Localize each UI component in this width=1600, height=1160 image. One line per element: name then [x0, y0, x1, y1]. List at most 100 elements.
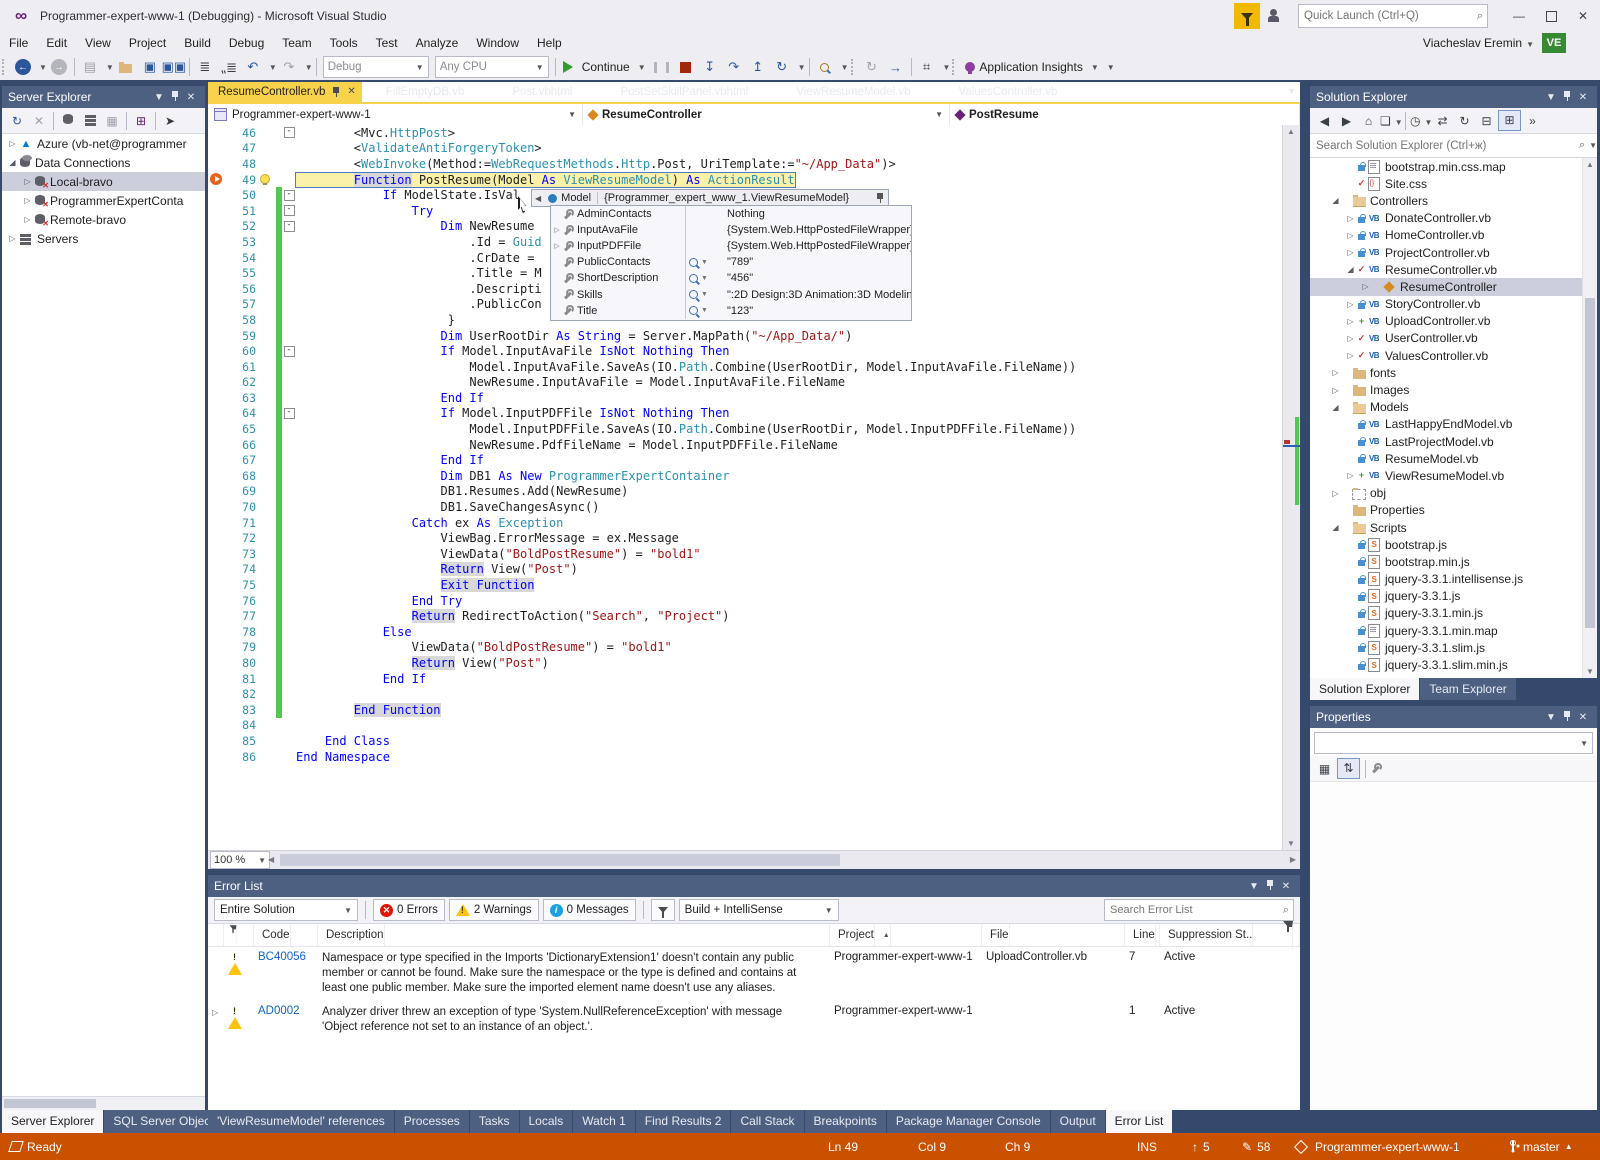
solution-explorer-tab[interactable]: Solution Explorer	[1310, 678, 1419, 700]
magnifier-icon[interactable]	[689, 306, 698, 315]
continue-button[interactable]: Continue ▼	[563, 60, 646, 74]
property-pages-icon[interactable]	[1371, 763, 1382, 774]
collapsed-arrow-icon[interactable]: ▷	[1329, 386, 1342, 395]
scroll-left-icon[interactable]: ◀	[268, 855, 274, 864]
solution-platforms-combo[interactable]: Any CPU▼	[435, 56, 549, 78]
pin-icon[interactable]	[875, 192, 885, 204]
collapsed-arrow-icon[interactable]: ▷	[6, 234, 19, 243]
menu-help[interactable]: Help	[528, 32, 571, 54]
project-column-header[interactable]: Project▲	[830, 924, 982, 946]
chevron-down-icon[interactable]: ▼	[39, 63, 47, 72]
menu-debug[interactable]: Debug	[220, 32, 273, 54]
menu-build[interactable]: Build	[175, 32, 220, 54]
solution-tree-item[interactable]: ▷VBStoryController.vb	[1310, 296, 1597, 313]
scroll-thumb[interactable]	[1585, 298, 1595, 628]
menu-file[interactable]: File	[0, 32, 37, 54]
datatip-member[interactable]: ▷InputAvaFile{System.Web.HttpPostedFileW…	[551, 222, 911, 238]
chevron-down-icon[interactable]: ▼	[106, 63, 114, 72]
collapse-region-toggle[interactable]: -	[282, 221, 296, 232]
menu-window[interactable]: Window	[467, 32, 528, 54]
code-line[interactable]: 83 End Function	[208, 702, 1283, 718]
save-all-button[interactable]: ▣▣	[162, 56, 186, 78]
solution-tree-item[interactable]: ▷obj	[1310, 485, 1597, 502]
collapsed-arrow-icon[interactable]: ▷	[1344, 248, 1357, 257]
code-line[interactable]: 85 End Class	[208, 733, 1283, 749]
method-dropdown[interactable]: PostResume	[950, 104, 1300, 125]
data-sources-icon[interactable]: ⊞	[130, 114, 152, 128]
expanded-arrow-icon[interactable]: ◢	[1329, 403, 1342, 412]
error-code-link[interactable]: AD0002	[254, 1005, 318, 1017]
class-dropdown[interactable]: ResumeController ▼	[583, 104, 950, 125]
close-icon[interactable]: ✕	[347, 82, 355, 102]
scope-combo[interactable]: Entire Solution▼	[214, 899, 358, 921]
code-line[interactable]: 65 Model.InputPDFFile.SaveAs(IO.Path.Com…	[208, 421, 1283, 437]
code-line[interactable]: 72 ViewBag.ErrorMessage = ex.Message	[208, 530, 1283, 546]
code-line[interactable]: 61 Model.InputAvaFile.SaveAs(IO.Path.Com…	[208, 359, 1283, 375]
undo-button[interactable]: ↶	[241, 56, 265, 78]
solution-configurations-combo[interactable]: Debug▼	[323, 56, 429, 78]
expand-arrow-icon[interactable]: ▷	[551, 242, 563, 250]
code-line[interactable]: 71 Catch ex As Exception	[208, 515, 1283, 531]
horizontal-scrollbar[interactable]	[2, 1096, 205, 1110]
solution-tree-item[interactable]: ▷✓VBValuesController.vb	[1310, 347, 1597, 364]
categorized-icon[interactable]: ▦	[1314, 762, 1335, 776]
code-line[interactable]: 67 End If	[208, 452, 1283, 468]
scroll-up-icon[interactable]: ▲	[1287, 127, 1295, 136]
application-insights-button[interactable]: Application Insights ▼	[965, 60, 1098, 74]
document-tab[interactable]: PostSetSkillPanel.vbhtml	[596, 82, 772, 102]
navigate-back-button[interactable]: ←	[11, 56, 35, 78]
left-panel-tab[interactable]: Server Explorer	[2, 1110, 103, 1133]
expanded-arrow-icon[interactable]: ◢	[1344, 265, 1357, 274]
pause-button[interactable]	[650, 56, 674, 78]
collapse-arrow-icon[interactable]: ◀	[532, 194, 544, 203]
menu-team[interactable]: Team	[273, 32, 320, 54]
error-row[interactable]: BC40056Namespace or type specified in th…	[208, 947, 1300, 1001]
close-button[interactable]: ✕	[1568, 4, 1598, 28]
close-icon[interactable]: ✕	[1575, 92, 1591, 103]
bottom-panel-tab[interactable]: Error List	[1106, 1110, 1173, 1133]
datatip-member[interactable]: AdminContactsNothing	[551, 206, 911, 222]
solution-search-input[interactable]	[1310, 140, 1579, 152]
window-position-icon[interactable]: ▼	[1543, 712, 1559, 723]
redo-button[interactable]: ↷	[277, 56, 301, 78]
menu-view[interactable]: View	[76, 32, 120, 54]
solution-tree-item[interactable]: ▷fonts	[1310, 364, 1597, 381]
solution-tree-item[interactable]: Properties	[1310, 502, 1597, 519]
chevron-down-icon[interactable]: ▼	[701, 291, 708, 298]
collapse-all-icon[interactable]: ⊟	[1476, 114, 1497, 128]
document-well-dropdown-icon[interactable]: ▼	[1287, 86, 1296, 96]
connect-server-icon[interactable]	[79, 113, 101, 129]
document-tab[interactable]: ValuesController.vb	[935, 82, 1082, 102]
collapsed-arrow-icon[interactable]: ▷	[1344, 317, 1357, 326]
filter-icon[interactable]	[1283, 921, 1293, 949]
collapse-region-toggle[interactable]: -	[282, 190, 296, 201]
solution-tree-item[interactable]: ▷VBDonateController.vb	[1310, 210, 1597, 227]
document-tab[interactable]: ResumeController.vb✕	[208, 82, 362, 102]
alphabetical-sort-icon[interactable]: ⇅	[1337, 758, 1360, 779]
solution-tree-item[interactable]: ▷Images	[1310, 381, 1597, 398]
pending-push-count[interactable]: ↑5	[1192, 1133, 1210, 1160]
bottom-panel-tab[interactable]: Processes	[395, 1110, 469, 1133]
code-line[interactable]: 84	[208, 718, 1283, 734]
collapsed-arrow-icon[interactable]: ▷	[1359, 282, 1372, 291]
document-tab[interactable]: Post.vbhtml	[488, 82, 596, 102]
solution-tree-item[interactable]: VBLastHappyEndModel.vb	[1310, 416, 1597, 433]
solution-explorer-header[interactable]: Solution Explorer ▼ ✕	[1310, 86, 1597, 108]
code-line[interactable]: 73 ViewData("BoldPostResume") = "bold1"	[208, 546, 1283, 562]
forward-icon[interactable]: ▶	[1336, 114, 1357, 128]
file-column-header[interactable]: File	[982, 924, 1125, 946]
project-dropdown[interactable]: Programmer-expert-www-1 ▼	[208, 104, 583, 125]
solution-tree-item[interactable]: jquery-3.3.1.min.map	[1310, 622, 1597, 639]
collapsed-arrow-icon[interactable]: ▷	[1344, 351, 1357, 360]
magnifier-icon[interactable]	[689, 258, 698, 267]
error-row[interactable]: ▷AD0002Analyzer driver threw an exceptio…	[208, 1001, 1300, 1040]
menu-analyze[interactable]: Analyze	[407, 32, 468, 54]
toolbar-overflow-icon[interactable]: ▼	[1107, 63, 1115, 72]
suppression-column-header[interactable]: Suppression St..	[1160, 924, 1300, 946]
refresh-button[interactable]: ↻	[860, 56, 884, 78]
step-out-button[interactable]: ↥	[746, 56, 770, 78]
code-line[interactable]: 66 NewResume.PdfFileName = Model.InputPD…	[208, 437, 1283, 453]
collapse-region-toggle[interactable]: -	[282, 127, 296, 138]
pin-icon[interactable]	[1262, 879, 1278, 894]
collapsed-arrow-icon[interactable]: ▷	[1344, 231, 1357, 240]
